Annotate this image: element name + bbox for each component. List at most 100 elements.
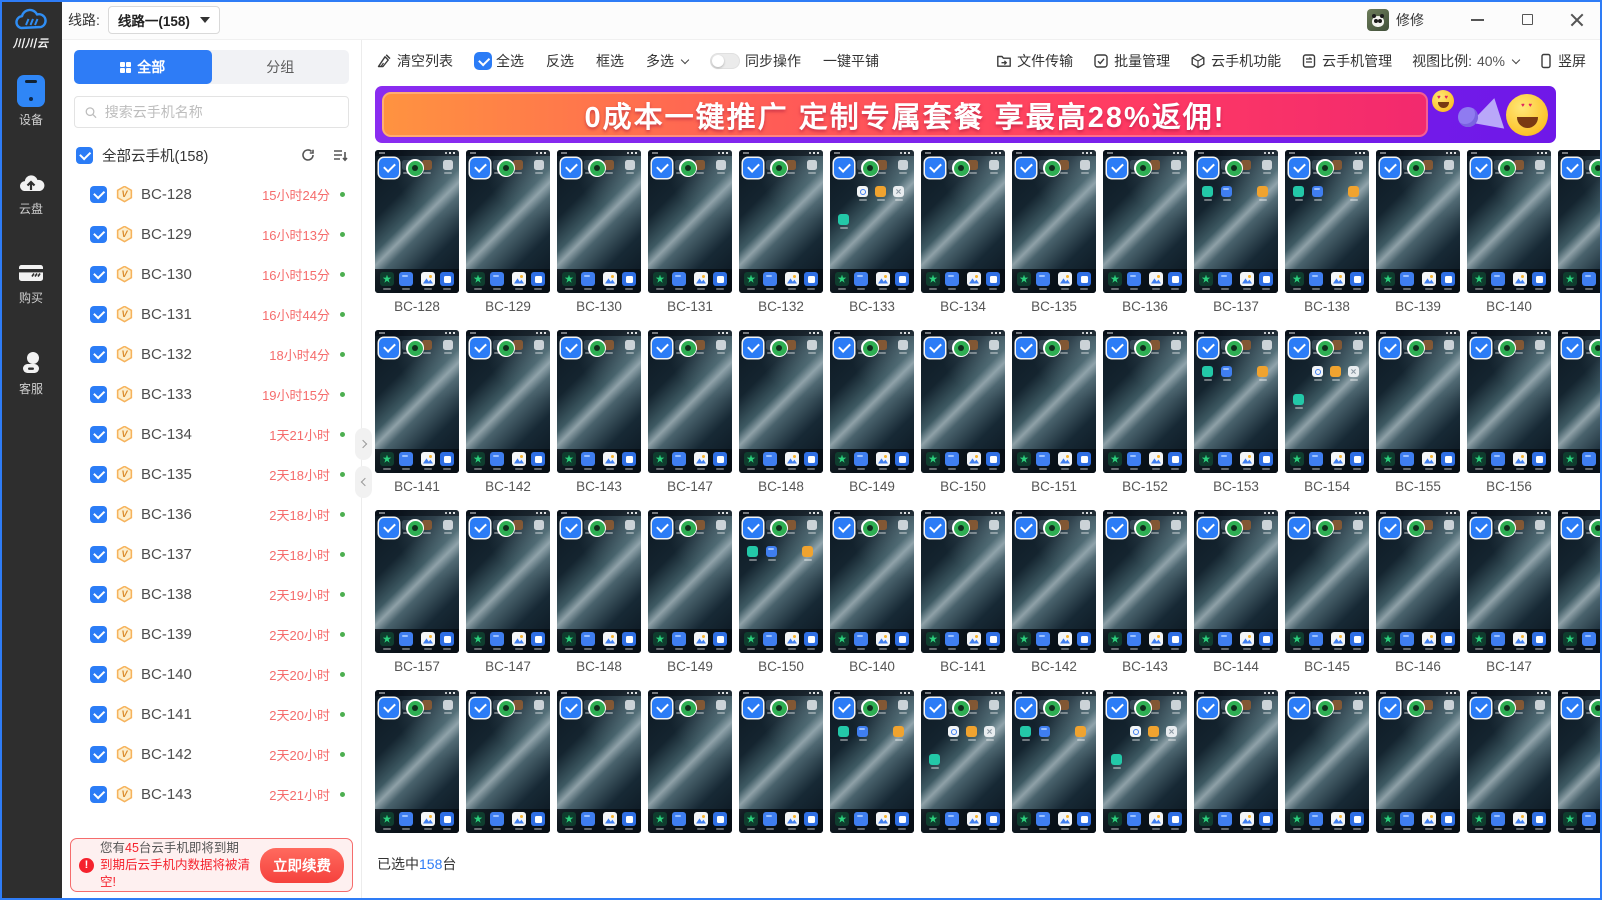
panel-expand-handle[interactable] xyxy=(355,428,372,460)
phone-checkbox[interactable] xyxy=(925,698,945,718)
phone-checkbox[interactable] xyxy=(1380,338,1400,358)
phone-thumbnail[interactable] xyxy=(1194,690,1278,833)
phone-thumbnail[interactable] xyxy=(557,510,641,653)
phone-checkbox[interactable] xyxy=(1289,338,1309,358)
phone-thumbnail[interactable] xyxy=(921,150,1005,293)
phone-thumbnail[interactable] xyxy=(648,510,732,653)
sidebar-item-devices[interactable]: 设备 xyxy=(0,65,62,136)
phone-checkbox[interactable] xyxy=(1107,158,1127,178)
phone-checkbox[interactable] xyxy=(470,338,490,358)
phone-checkbox[interactable] xyxy=(561,518,581,538)
phone-thumbnail[interactable] xyxy=(1376,510,1460,653)
phone-checkbox[interactable] xyxy=(1380,518,1400,538)
phone-checkbox[interactable] xyxy=(379,338,399,358)
phone-thumbnail[interactable] xyxy=(466,150,550,293)
phone-thumbnail[interactable] xyxy=(1285,330,1369,473)
phone-checkbox[interactable] xyxy=(925,338,945,358)
sidebar-item-support[interactable]: 客服 xyxy=(0,340,62,405)
device-checkbox[interactable] xyxy=(90,386,107,403)
phone-checkbox[interactable] xyxy=(379,158,399,178)
device-list-item[interactable]: V BC-135 2天18小时 xyxy=(62,454,361,494)
phone-checkbox[interactable] xyxy=(652,158,672,178)
phone-checkbox[interactable] xyxy=(834,338,854,358)
device-checkbox[interactable] xyxy=(90,586,107,603)
device-list-item[interactable]: V BC-132 18小时4分 xyxy=(62,334,361,374)
tab-groups[interactable]: 分组 xyxy=(212,50,350,84)
phone-thumbnail[interactable] xyxy=(830,690,914,833)
phone-thumbnail[interactable] xyxy=(1467,510,1551,653)
maximize-button[interactable] xyxy=(1502,0,1552,40)
phone-checkbox[interactable] xyxy=(1380,158,1400,178)
minimize-button[interactable] xyxy=(1452,0,1502,40)
phone-thumbnail[interactable] xyxy=(1285,510,1369,653)
device-list-item[interactable]: V BC-133 19小时15分 xyxy=(62,374,361,414)
phone-checkbox[interactable] xyxy=(1107,698,1127,718)
phone-checkbox[interactable] xyxy=(834,698,854,718)
search-input[interactable] xyxy=(105,104,339,120)
phone-functions-button[interactable]: 云手机功能 xyxy=(1190,51,1281,71)
device-checkbox[interactable] xyxy=(90,746,107,763)
phone-thumbnail[interactable] xyxy=(1194,330,1278,473)
phone-thumbnail[interactable] xyxy=(1012,150,1096,293)
phone-checkbox[interactable] xyxy=(1289,518,1309,538)
device-checkbox[interactable] xyxy=(90,706,107,723)
phone-checkbox[interactable] xyxy=(1107,518,1127,538)
phone-thumbnail[interactable] xyxy=(648,690,732,833)
toggle-off-icon[interactable] xyxy=(710,53,740,69)
phone-checkbox[interactable] xyxy=(925,158,945,178)
phone-thumbnail[interactable] xyxy=(921,510,1005,653)
device-list-item[interactable]: V BC-136 2天18小时 xyxy=(62,494,361,534)
device-checkbox[interactable] xyxy=(90,186,107,203)
device-checkbox[interactable] xyxy=(90,546,107,563)
phone-checkbox[interactable] xyxy=(470,698,490,718)
phone-thumbnail[interactable] xyxy=(1467,150,1551,293)
phone-checkbox[interactable] xyxy=(1562,338,1582,358)
phone-thumbnail[interactable] xyxy=(830,150,914,293)
select-all-toggle[interactable]: 全选 xyxy=(475,51,524,71)
phone-checkbox[interactable] xyxy=(1562,518,1582,538)
phone-thumbnail[interactable] xyxy=(1194,510,1278,653)
phone-thumbnail[interactable] xyxy=(1376,690,1460,833)
phone-thumbnail[interactable] xyxy=(739,330,823,473)
phone-thumbnail[interactable] xyxy=(375,690,459,833)
phone-manage-button[interactable]: 云手机管理 xyxy=(1301,51,1392,71)
phone-checkbox[interactable] xyxy=(1471,518,1491,538)
user-avatar[interactable] xyxy=(1367,9,1389,31)
phone-thumbnail[interactable] xyxy=(557,690,641,833)
clear-list-button[interactable]: 清空列表 xyxy=(376,51,453,71)
phone-thumbnail[interactable] xyxy=(830,510,914,653)
box-select-button[interactable]: 框选 xyxy=(596,51,624,71)
phone-thumbnail[interactable] xyxy=(1376,330,1460,473)
phone-checkbox[interactable] xyxy=(1107,338,1127,358)
phone-checkbox[interactable] xyxy=(1016,158,1036,178)
refresh-icon[interactable] xyxy=(300,147,316,163)
phone-checkbox[interactable] xyxy=(1562,158,1582,178)
phone-checkbox[interactable] xyxy=(1198,518,1218,538)
device-list-item[interactable]: V BC-134 1天21小时 xyxy=(62,414,361,454)
phone-thumbnail[interactable] xyxy=(466,690,550,833)
phone-thumbnail[interactable] xyxy=(1467,330,1551,473)
phone-thumbnail[interactable] xyxy=(739,150,823,293)
phone-thumbnail[interactable] xyxy=(375,150,459,293)
phone-checkbox[interactable] xyxy=(1380,698,1400,718)
phone-checkbox[interactable] xyxy=(1016,338,1036,358)
device-list-item[interactable]: V BC-131 16小时44分 xyxy=(62,294,361,334)
device-list-item[interactable]: V BC-143 2天21小时 xyxy=(62,774,361,814)
phone-checkbox[interactable] xyxy=(1471,158,1491,178)
phone-thumbnail[interactable] xyxy=(830,330,914,473)
one-key-tile-button[interactable]: 一键平铺 xyxy=(823,51,879,71)
device-checkbox[interactable] xyxy=(90,426,107,443)
phone-thumbnail[interactable] xyxy=(557,150,641,293)
phone-checkbox[interactable] xyxy=(743,698,763,718)
phone-checkbox[interactable] xyxy=(379,518,399,538)
phone-checkbox[interactable] xyxy=(743,158,763,178)
device-checkbox[interactable] xyxy=(90,506,107,523)
phone-thumbnail[interactable] xyxy=(648,330,732,473)
phone-checkbox[interactable] xyxy=(652,338,672,358)
device-list-item[interactable]: V BC-137 2天18小时 xyxy=(62,534,361,574)
sync-operation-toggle[interactable]: 同步操作 xyxy=(710,51,801,71)
phone-checkbox[interactable] xyxy=(1289,698,1309,718)
phone-thumbnail[interactable] xyxy=(1012,510,1096,653)
phone-thumbnail[interactable] xyxy=(921,330,1005,473)
phone-checkbox[interactable] xyxy=(652,518,672,538)
